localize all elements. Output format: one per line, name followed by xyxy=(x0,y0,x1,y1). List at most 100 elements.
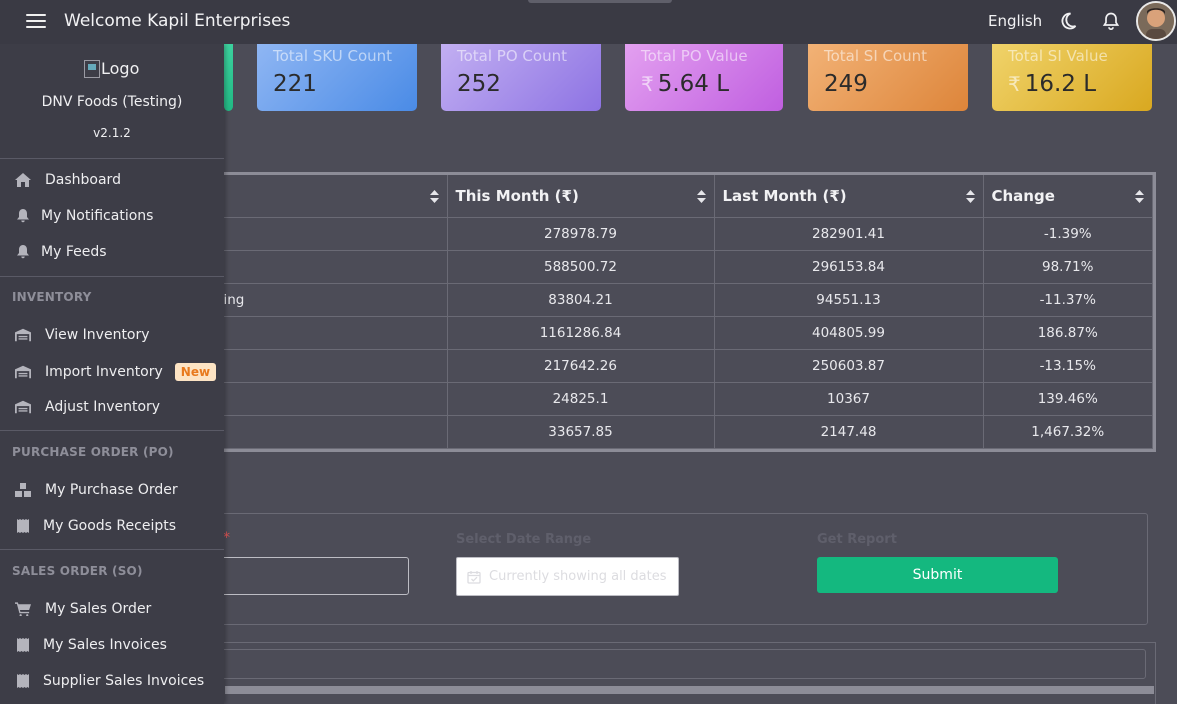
logo: Logo xyxy=(84,59,139,78)
language-selector[interactable]: English xyxy=(988,12,1042,30)
avatar[interactable] xyxy=(1136,1,1176,41)
stat-card-partial xyxy=(224,44,233,111)
stat-card-si-value[interactable]: Total SI Value ₹16.2 L xyxy=(992,44,1152,111)
stat-card-po-count[interactable]: Total PO Count 252 xyxy=(441,44,601,111)
stat-card-value: 249 xyxy=(824,71,868,97)
home-icon xyxy=(15,173,31,187)
sidebar-divider xyxy=(0,430,224,431)
stat-card-label: Total SI Value xyxy=(1008,47,1108,65)
sort-icon[interactable] xyxy=(1135,190,1144,203)
rupee-icon: ₹ xyxy=(1008,72,1021,96)
stat-card-label: Total PO Count xyxy=(457,47,567,65)
lower-table-header xyxy=(225,686,1154,694)
row-last-month: 2147.48 xyxy=(714,415,984,449)
sidebar-item-adjust-inventory[interactable]: Adjust Inventory xyxy=(15,399,160,415)
column-header-this-month[interactable]: This Month (₹) xyxy=(447,175,715,218)
stat-card-label: Total PO Value xyxy=(641,47,748,65)
row-this-month: 217642.26 xyxy=(447,349,715,383)
row-this-month: 33657.85 xyxy=(447,415,715,449)
bell-icon xyxy=(17,245,29,259)
sort-icon[interactable] xyxy=(429,190,439,203)
receipt-icon xyxy=(17,519,29,533)
receipt-icon xyxy=(17,638,29,652)
sidebar-item-sales-invoices[interactable]: My Sales Invoices xyxy=(15,637,167,653)
sidebar-item-label: View Inventory xyxy=(45,327,150,343)
stat-card-label: Total SKU Count xyxy=(273,47,393,65)
sidebar-item-goods-receipts[interactable]: My Goods Receipts xyxy=(15,518,176,534)
table-row: lected Amount 24825.1 10367 139.46% xyxy=(103,382,1153,416)
row-change: 98.71% xyxy=(983,250,1153,284)
stat-card-label: Total SI Count xyxy=(824,47,928,65)
row-last-month: 94551.13 xyxy=(714,283,984,317)
section-heading-purchase-order: PURCHASE ORDER (PO) xyxy=(12,445,174,459)
stat-card-value: ₹16.2 L xyxy=(1008,71,1097,97)
sidebar-item-supplier-sales-invoices[interactable]: Supplier Sales Invoices xyxy=(15,673,204,689)
row-this-month: 588500.72 xyxy=(447,250,715,284)
sidebar-item-dashboard[interactable]: Dashboard xyxy=(15,172,121,188)
table-row: urchase Orders 278978.79 282901.41 -1.39… xyxy=(103,217,1153,251)
row-change: 186.87% xyxy=(983,316,1153,350)
row-this-month: 1161286.84 xyxy=(447,316,715,350)
moon-icon[interactable] xyxy=(1058,11,1078,31)
sidebar: Logo DNV Foods (Testing) v2.1.2 Dashboar… xyxy=(0,44,224,704)
table-row: . Sales Orders 588500.72 296153.84 98.71… xyxy=(103,250,1153,284)
sidebar-item-notifications[interactable]: My Notifications xyxy=(15,208,153,224)
bell-icon[interactable] xyxy=(1101,11,1121,31)
stat-card-po-value[interactable]: Total PO Value ₹5.64 L xyxy=(625,44,783,111)
warehouse-icon xyxy=(15,328,31,342)
sort-icon[interactable] xyxy=(965,190,975,203)
lower-search-input[interactable] xyxy=(201,649,1146,679)
sidebar-item-import-inventory[interactable]: Import Inventory New xyxy=(15,363,217,381)
company-name: DNV Foods (Testing) xyxy=(41,94,183,110)
table-row: Orders for Invoicing 83804.21 94551.13 -… xyxy=(103,283,1153,317)
column-header-last-month[interactable]: Last Month (₹) xyxy=(714,175,984,218)
stat-card-sku-count[interactable]: Total SKU Count 221 xyxy=(257,44,417,111)
row-change: 139.46% xyxy=(983,382,1153,416)
date-range-input[interactable]: Currently showing all dates xyxy=(456,557,679,596)
receipt-icon xyxy=(17,674,29,688)
cart-icon xyxy=(15,602,31,616)
row-last-month: 250603.87 xyxy=(714,349,984,383)
stat-card-value: 221 xyxy=(273,71,317,97)
submit-button[interactable]: Submit xyxy=(817,557,1058,593)
menu-icon[interactable] xyxy=(26,14,46,28)
top-strip xyxy=(528,0,672,3)
stat-card-si-count[interactable]: Total SI Count 249 xyxy=(808,44,968,111)
sidebar-item-label: Supplier Sales Invoices xyxy=(43,673,205,689)
sidebar-item-label: My Purchase Order xyxy=(45,482,178,498)
row-last-month: 282901.41 xyxy=(714,217,984,251)
lower-panel xyxy=(100,642,1156,704)
sidebar-item-label: My Feeds xyxy=(41,244,107,260)
comparison-table: This Month (₹) Last Month (₹) Change urc… xyxy=(100,172,1156,452)
new-badge: New xyxy=(174,363,217,381)
sidebar-item-label: My Sales Invoices xyxy=(43,637,167,653)
rupee-icon: ₹ xyxy=(641,72,654,96)
app-version: v2.1.2 xyxy=(93,126,131,140)
row-change: -13.15% xyxy=(983,349,1153,383)
bell-icon xyxy=(17,209,29,223)
warehouse-icon xyxy=(15,365,31,379)
row-last-month: 10367 xyxy=(714,382,984,416)
sidebar-item-view-inventory[interactable]: View Inventory xyxy=(15,327,150,343)
sidebar-item-sales-order[interactable]: My Sales Order xyxy=(15,601,151,617)
sidebar-item-label: My Sales Order xyxy=(45,601,152,617)
sidebar-item-label: My Notifications xyxy=(41,208,154,224)
sidebar-item-label: Import Inventory xyxy=(45,364,163,380)
sidebar-item-feeds[interactable]: My Feeds xyxy=(15,244,107,260)
row-this-month: 24825.1 xyxy=(447,382,715,416)
sort-icon[interactable] xyxy=(696,190,706,203)
section-heading-sales-order: SALES ORDER (SO) xyxy=(12,564,143,578)
row-this-month: 83804.21 xyxy=(447,283,715,317)
row-last-month: 296153.84 xyxy=(714,250,984,284)
table-row: tanding Amount 33657.85 2147.48 1,467.32… xyxy=(103,415,1153,449)
row-change: -1.39% xyxy=(983,217,1153,251)
column-header-change[interactable]: Change xyxy=(983,175,1153,218)
section-heading-inventory: INVENTORY xyxy=(12,290,92,304)
calendar-icon xyxy=(467,570,481,584)
row-last-month: 404805.99 xyxy=(714,316,984,350)
sidebar-item-purchase-order[interactable]: My Purchase Order xyxy=(15,482,178,498)
sidebar-item-label: Adjust Inventory xyxy=(45,399,161,415)
stat-card-value: ₹5.64 L xyxy=(641,71,730,97)
required-asterisk: * xyxy=(223,530,230,546)
broken-image-icon xyxy=(84,59,100,78)
